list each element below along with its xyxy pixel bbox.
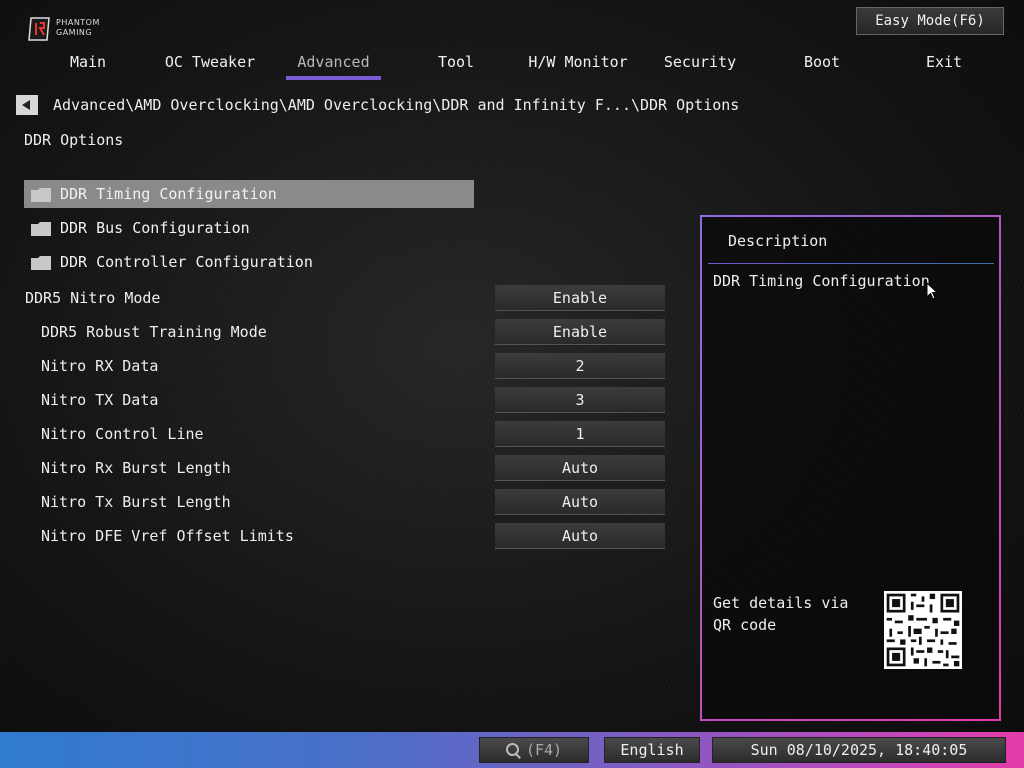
datetime-display[interactable]: Sun 08/10/2025, 18:40:05	[712, 737, 1006, 763]
description-title: Description	[728, 232, 828, 250]
brand-line1: PHANTOM	[56, 18, 100, 27]
easy-mode-button[interactable]: Easy Mode(F6)	[856, 7, 1004, 35]
folder-icon	[31, 222, 51, 236]
tab-main[interactable]: Main	[40, 52, 136, 78]
setting-label-nitro-tx-data: Nitro TX Data	[41, 391, 159, 409]
tab-exit[interactable]: Exit	[904, 52, 984, 78]
back-arrow-icon[interactable]	[16, 95, 38, 115]
description-divider	[708, 263, 994, 264]
search-button[interactable]: (F4)	[479, 737, 589, 763]
setting-value-nitro-rx-data[interactable]: 2	[495, 353, 665, 379]
setting-value-nitro-control-line[interactable]: 1	[495, 421, 665, 447]
tab-oc-tweaker[interactable]: OC Tweaker	[158, 52, 262, 78]
submenu-label: DDR Controller Configuration	[60, 253, 313, 271]
breadcrumb: Advanced\AMD Overclocking\AMD Overclocki…	[53, 96, 740, 114]
page-title: DDR Options	[24, 131, 124, 149]
setting-label-nitro-rx-data: Nitro RX Data	[41, 357, 159, 375]
description-text: DDR Timing Configuration	[713, 272, 930, 290]
setting-value-nitro-dfe-vref-offset-limits[interactable]: Auto	[495, 523, 665, 549]
setting-value-nitro-rx-burst-length[interactable]: Auto	[495, 455, 665, 481]
setting-value-nitro-tx-burst-length[interactable]: Auto	[495, 489, 665, 515]
setting-label-nitro-tx-burst-length: Nitro Tx Burst Length	[41, 493, 231, 511]
brand-name: PHANTOM GAMING	[56, 18, 100, 38]
brand-logo: PHANTOM GAMING	[28, 14, 108, 46]
setting-value-ddr5-robust-training-mode[interactable]: Enable	[495, 319, 665, 345]
brand-line2: GAMING	[56, 28, 93, 37]
folder-icon	[31, 188, 51, 202]
setting-label-ddr5-nitro-mode: DDR5 Nitro Mode	[25, 289, 161, 307]
setting-value-nitro-tx-data[interactable]: 3	[495, 387, 665, 413]
submenu-label: DDR Timing Configuration	[60, 185, 277, 203]
submenu-ddr-bus-configuration[interactable]: DDR Bus Configuration	[24, 214, 474, 242]
language-button[interactable]: English	[604, 737, 700, 763]
tab-boot[interactable]: Boot	[782, 52, 862, 78]
search-icon	[505, 743, 520, 757]
mouse-cursor-icon	[926, 282, 938, 300]
setting-label-ddr5-robust-training-mode: DDR5 Robust Training Mode	[41, 323, 267, 341]
tab-hw-monitor[interactable]: H/W Monitor	[524, 52, 632, 78]
tab-advanced[interactable]: Advanced	[286, 52, 381, 78]
asrock-logo-icon	[28, 17, 50, 41]
folder-icon	[31, 256, 51, 270]
active-tab-indicator	[286, 76, 381, 80]
setting-label-nitro-dfe-vref-offset-limits: Nitro DFE Vref Offset Limits	[41, 527, 294, 545]
tab-security[interactable]: Security	[656, 52, 744, 78]
submenu-ddr-controller-configuration[interactable]: DDR Controller Configuration	[24, 248, 474, 276]
submenu-ddr-timing-configuration[interactable]: DDR Timing Configuration	[24, 180, 474, 208]
search-hint: (F4)	[525, 741, 563, 759]
tab-tool[interactable]: Tool	[416, 52, 496, 78]
setting-value-ddr5-nitro-mode[interactable]: Enable	[495, 285, 665, 311]
qr-code-icon	[884, 591, 962, 669]
qr-caption: Get details via QR code	[713, 594, 849, 634]
submenu-label: DDR Bus Configuration	[60, 219, 250, 237]
setting-label-nitro-rx-burst-length: Nitro Rx Burst Length	[41, 459, 231, 477]
setting-label-nitro-control-line: Nitro Control Line	[41, 425, 204, 443]
